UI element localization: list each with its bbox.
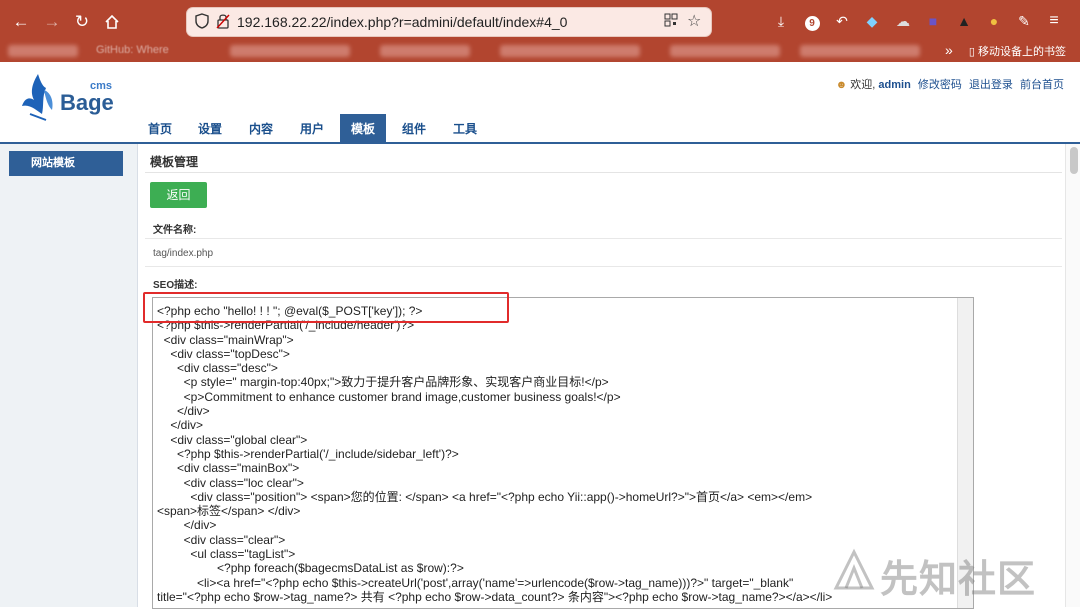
code-line[interactable]: <div class="clear">: [157, 533, 286, 547]
page-scrollbar-thumb[interactable]: [1070, 147, 1078, 174]
divider: [145, 238, 1062, 239]
watermark-logo-icon: [833, 548, 875, 590]
cloud-extension-icon[interactable]: ☁: [892, 10, 914, 32]
diamond-extension-icon[interactable]: ◆: [861, 10, 883, 32]
bookmark-star-icon[interactable]: ☆: [687, 11, 701, 31]
blurred-bookmark[interactable]: [800, 45, 920, 57]
shield-icon[interactable]: [195, 13, 209, 32]
code-line[interactable]: <div class="mainBox">: [157, 461, 299, 475]
change-password-link[interactable]: 修改密码: [918, 79, 962, 91]
mobile-bookmarks-label: 移动设备上的书签: [978, 46, 1066, 58]
user-icon: ☻: [835, 79, 848, 91]
blurred-bookmark[interactable]: [230, 45, 350, 57]
code-line[interactable]: </div>: [157, 518, 217, 532]
fox-extension-icon[interactable]: ●: [983, 10, 1005, 32]
highlight-box: [143, 292, 509, 323]
nav-home[interactable]: 首页: [138, 114, 182, 142]
filename-label: 文件名称:: [153, 225, 197, 236]
front-home-link[interactable]: 前台首页: [1020, 79, 1064, 91]
nav-users[interactable]: 用户: [290, 114, 334, 142]
reload-icon[interactable]: ↻: [70, 11, 94, 33]
code-line[interactable]: <ul class="tagList">: [157, 547, 295, 561]
download-icon[interactable]: ⤓: [770, 10, 792, 32]
code-line[interactable]: <p>Commitment to enhance customer brand …: [157, 390, 621, 404]
code-line[interactable]: <?php $this->renderPartial('/_include/si…: [157, 447, 459, 461]
username: admin: [878, 79, 911, 91]
blurred-bookmark[interactable]: [500, 45, 640, 57]
back-button[interactable]: 返回: [150, 182, 207, 208]
nav-tools[interactable]: 工具: [443, 114, 487, 142]
code-line[interactable]: <div class="global clear">: [157, 433, 307, 447]
code-line[interactable]: </div>: [157, 418, 203, 432]
hat-extension-icon[interactable]: ▲: [953, 10, 975, 32]
filename-value: tag/index.php: [153, 248, 214, 259]
puzzle-icon[interactable]: ✎: [1013, 10, 1035, 32]
home-icon[interactable]: [100, 11, 124, 33]
nav-components[interactable]: 组件: [392, 114, 436, 142]
menu-icon[interactable]: ≡: [1043, 10, 1065, 32]
browser-toolbar: ← → ↻ 192.168.22.22/index.php?r=admini/d…: [0, 0, 1080, 62]
cube-extension-icon[interactable]: ■: [922, 10, 944, 32]
code-line[interactable]: </div>: [157, 404, 210, 418]
welcome-text: 欢迎,: [850, 79, 876, 91]
forward-arrow-icon[interactable]: →: [40, 11, 64, 33]
blurred-bookmark[interactable]: [380, 45, 470, 57]
back-arrow-icon[interactable]: ←: [9, 11, 33, 33]
blurred-bookmark[interactable]: [8, 45, 78, 57]
code-line[interactable]: <?php foreach($bagecmsDataList as $row):…: [157, 561, 464, 575]
sidebar: [0, 144, 138, 607]
bagecms-logo[interactable]: Bage cms: [20, 70, 120, 125]
bookmark-github[interactable]: GitHub: Where: [96, 44, 169, 56]
blurred-bookmark[interactable]: [670, 45, 780, 57]
extension-badge-icon[interactable]: 9: [801, 10, 823, 32]
code-line[interactable]: <p style=" margin-top:40px;">致力于提升客户品牌形象…: [157, 375, 609, 389]
user-bar: ☻ 欢迎, admin 修改密码 退出登录 前台首页: [836, 76, 1064, 92]
code-line[interactable]: <div class="position"> <span>您的位置: </spa…: [157, 490, 812, 504]
code-line[interactable]: <li><a href="<?php echo $this->createUrl…: [157, 576, 793, 590]
divider: [145, 266, 1062, 267]
logout-link[interactable]: 退出登录: [969, 79, 1013, 91]
code-line[interactable]: <div class="mainWrap">: [157, 333, 294, 347]
mobile-bookmarks[interactable]: ▯ 移动设备上的书签: [969, 43, 1066, 59]
code-line[interactable]: <div class="topDesc">: [157, 347, 290, 361]
logo-text: Bage: [60, 90, 114, 115]
seo-label: SEO描述:: [153, 280, 198, 291]
logo-superscript: cms: [90, 80, 113, 92]
chevron-right-icon[interactable]: »: [945, 42, 953, 58]
nav-settings[interactable]: 设置: [188, 114, 232, 142]
code-line[interactable]: <div class="desc">: [157, 361, 278, 375]
address-bar[interactable]: 192.168.22.22/index.php?r=admini/default…: [187, 8, 711, 36]
page-scrollbar[interactable]: [1065, 144, 1080, 607]
sidebar-item-site-templates[interactable]: 网站模板: [9, 151, 123, 176]
page-title: 模板管理: [150, 155, 199, 169]
code-line[interactable]: <div class="loc clear">: [157, 476, 304, 490]
nav-templates[interactable]: 模板: [340, 114, 386, 142]
watermark-text: 先知社区: [880, 559, 1037, 601]
nav-content[interactable]: 内容: [239, 114, 283, 142]
divider: [145, 172, 1062, 173]
nav-divider: [0, 142, 1080, 144]
qr-code-icon[interactable]: [664, 13, 678, 30]
code-line[interactable]: <span>标签</span> </div>: [157, 504, 300, 518]
url-text[interactable]: 192.168.22.22/index.php?r=admini/default…: [237, 14, 567, 30]
insecure-lock-icon[interactable]: [216, 13, 230, 32]
reply-arrow-icon[interactable]: ↶: [831, 10, 853, 32]
code-line[interactable]: title="<?php echo $row->tag_name?> 共有 <?…: [157, 590, 832, 604]
